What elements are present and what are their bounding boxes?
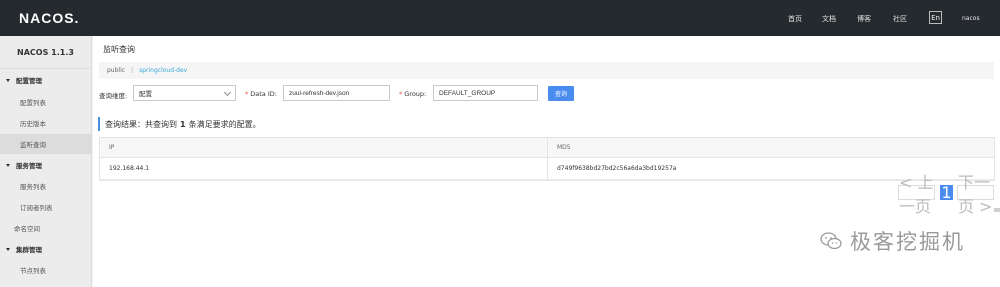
namespace-bar: public | springcloud-dev <box>99 62 994 79</box>
scrollbar[interactable] <box>994 208 1000 212</box>
sidebar-group-config[interactable]: 配置管理 <box>0 70 92 90</box>
watermark: 极客挖掘机 <box>820 226 965 256</box>
sidebar-group-label: 服务管理 <box>16 162 42 170</box>
nav-docs[interactable]: 文档 <box>822 14 836 24</box>
table-header: IP MD5 <box>100 138 994 158</box>
sidebar-item-namespace[interactable]: 命名空间 <box>0 218 92 238</box>
caret-down-icon <box>6 78 10 82</box>
result-count: 1 <box>180 119 186 129</box>
dataid-input[interactable]: zuul-refresh-dev.json <box>283 85 390 101</box>
language-toggle[interactable]: En <box>929 11 942 24</box>
user-name[interactable]: nacos <box>962 15 980 22</box>
result-summary: 查询结果：共查询到 1 条满足要求的配置。 <box>98 117 261 131</box>
version-label: NACOS 1.1.3 <box>0 36 91 69</box>
wechat-icon <box>820 232 842 250</box>
dimension-select[interactable]: 配置 <box>133 85 236 101</box>
sidebar-item-label: 节点列表 <box>20 267 46 275</box>
group-input[interactable]: DEFAULT_GROUP <box>433 85 538 101</box>
sidebar-item-subscribers[interactable]: 订阅者列表 <box>0 197 92 217</box>
pager-next-button[interactable]: 下一页 > <box>957 173 994 216</box>
sidebar: NACOS 1.1.3 配置管理 配置列表 历史版本 监听查询 服务管理 服务列… <box>0 36 92 287</box>
sidebar-item-config-list[interactable]: 配置列表 <box>0 92 92 112</box>
namespace-public[interactable]: public <box>107 67 125 74</box>
namespace-separator: | <box>131 67 134 74</box>
group-label: * Group: <box>399 90 427 98</box>
sidebar-item-label: 历史版本 <box>20 120 46 128</box>
pager-current-page[interactable]: 1 <box>940 183 953 202</box>
column-header-ip: IP <box>100 138 548 157</box>
cell-ip: 192.168.44.1 <box>100 158 548 179</box>
query-button[interactable]: 查询 <box>548 86 574 101</box>
nav-community[interactable]: 社区 <box>893 14 907 24</box>
sidebar-group-service[interactable]: 服务管理 <box>0 155 92 175</box>
caret-down-icon <box>6 247 10 251</box>
column-header-md5: MD5 <box>557 144 571 151</box>
sidebar-item-label: 命名空间 <box>14 225 40 233</box>
dataid-label: * Data ID: <box>245 90 277 98</box>
chevron-down-icon <box>223 88 232 97</box>
sidebar-item-service-list[interactable]: 服务列表 <box>0 176 92 196</box>
sidebar-item-label: 配置列表 <box>20 99 46 107</box>
sidebar-item-listener-query[interactable]: 监听查询 <box>0 134 92 154</box>
sidebar-item-node-list[interactable]: 节点列表 <box>0 260 92 280</box>
namespace-id[interactable]: springcloud-dev <box>139 67 187 74</box>
page-title: 监听查询 <box>103 45 135 54</box>
nav-home[interactable]: 首页 <box>788 14 802 24</box>
table-row: 192.168.44.1 d749f9638bd27bd2c56a6da3bd1… <box>100 158 994 180</box>
sidebar-group-label: 配置管理 <box>16 77 42 85</box>
nav-blog[interactable]: 博客 <box>857 14 871 24</box>
sidebar-group-label: 集群管理 <box>16 246 42 254</box>
sidebar-item-label: 监听查询 <box>20 141 46 149</box>
caret-down-icon <box>6 163 10 167</box>
watermark-text: 极客挖掘机 <box>850 230 965 254</box>
dimension-select-value: 配置 <box>139 90 152 98</box>
nacos-logo[interactable]: NACOS. <box>19 10 79 26</box>
sidebar-item-label: 订阅者列表 <box>20 204 53 212</box>
sidebar-item-history[interactable]: 历史版本 <box>0 113 92 133</box>
top-navbar: NACOS. 首页 文档 博客 社区 En nacos <box>0 0 1000 36</box>
sidebar-item-label: 服务列表 <box>20 183 46 191</box>
dimension-label: 查询维度: <box>99 92 128 100</box>
pager-prev-button[interactable]: < 上一页 <box>898 173 935 216</box>
listener-table: IP MD5 192.168.44.1 d749f9638bd27bd2c56a… <box>99 137 995 181</box>
sidebar-group-cluster[interactable]: 集群管理 <box>0 239 92 259</box>
